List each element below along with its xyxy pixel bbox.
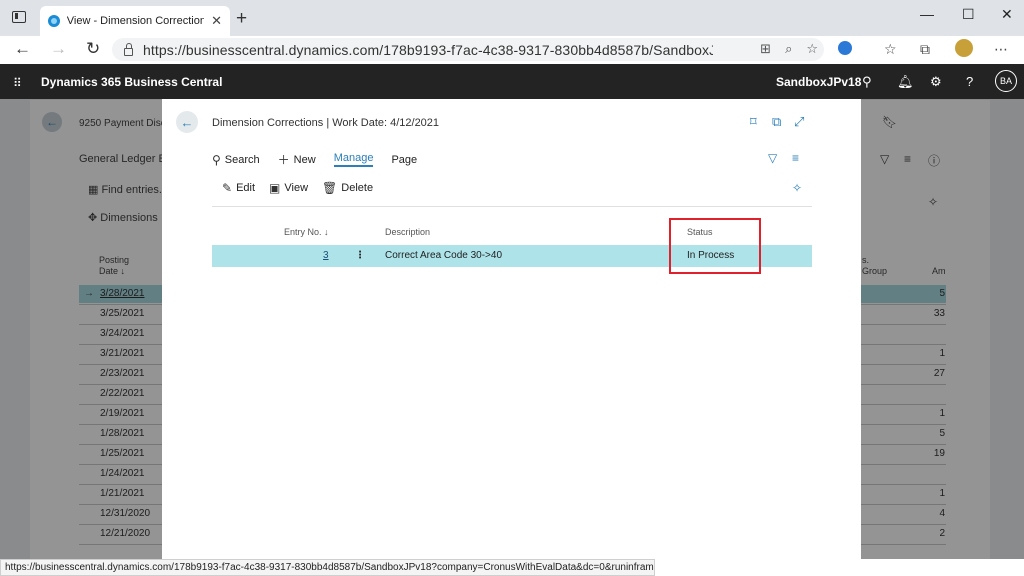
delete-label: Delete xyxy=(341,182,374,194)
notifications-icon[interactable]: 🔔︎ xyxy=(897,74,914,90)
divider xyxy=(212,206,812,207)
browser-tab-bar: View - Dimension Corrections - D ✕ + — ☐… xyxy=(0,0,1024,36)
column-description[interactable]: Description xyxy=(385,227,430,237)
settings-icon[interactable]: ⚙ xyxy=(930,74,942,90)
app-available-icon[interactable]: ⊞ xyxy=(760,41,771,57)
browser-tab[interactable]: View - Dimension Corrections - D ✕ xyxy=(40,6,230,36)
app-title: Dynamics 365 Business Central xyxy=(41,75,223,89)
forward-icon[interactable]: → xyxy=(50,39,67,59)
avatar[interactable]: BA xyxy=(995,70,1017,92)
view-button[interactable]: ▣ View xyxy=(269,181,308,195)
refresh-icon[interactable]: ↻ xyxy=(86,39,100,59)
pin-icon[interactable]: ✧ xyxy=(792,181,802,195)
status-annotation-box xyxy=(669,218,761,274)
action-bar: ⚲ Search ＋ New Manage Page xyxy=(212,151,417,168)
address-bar[interactable]: https://businesscentral.dynamics.com/178… xyxy=(112,38,824,61)
dialog-back-icon[interactable]: ← xyxy=(176,111,198,133)
pencil-icon: ✎ xyxy=(222,181,233,195)
search-icon[interactable]: ⚲ xyxy=(862,74,872,90)
help-icon[interactable]: ? xyxy=(966,74,973,89)
back-icon[interactable]: ← xyxy=(14,39,31,59)
row-menu-icon[interactable]: ⋮ xyxy=(355,250,365,261)
edit-label: Edit xyxy=(236,182,256,194)
dialog-title: Dimension Corrections | Work Date: 4/12/… xyxy=(212,117,440,129)
tab-manage[interactable]: Manage xyxy=(333,152,374,167)
maximize-icon[interactable]: ☐ xyxy=(962,6,975,23)
app-header: ⠿ Dynamics 365 Business Central SandboxJ… xyxy=(0,64,1024,99)
search-label: Search xyxy=(224,153,260,166)
tab-title: View - Dimension Corrections - D xyxy=(66,15,205,27)
lock-icon xyxy=(124,42,133,56)
list-view-icon[interactable]: ≡ xyxy=(792,151,799,165)
url-text: https://businesscentral.dynamics.com/178… xyxy=(143,41,713,58)
company-name[interactable]: SandboxJPv18 xyxy=(776,75,861,89)
collections-icon[interactable]: ⧉ xyxy=(920,41,930,58)
description-cell[interactable]: Correct Area Code 30->40 xyxy=(385,250,502,261)
view-icon: ▣ xyxy=(269,181,281,195)
manage-actions: ✎ Edit ▣ View 🗑︎ Delete xyxy=(222,181,373,195)
search-button[interactable]: ⚲ Search xyxy=(212,153,260,167)
open-new-window-icon[interactable]: ⧉ xyxy=(772,114,781,130)
minimize-icon[interactable]: — xyxy=(920,6,934,22)
trash-icon: 🗑︎ xyxy=(322,181,338,195)
dimension-corrections-dialog: ← Dimension Corrections | Work Date: 4/1… xyxy=(162,99,861,559)
close-window-icon[interactable]: ✕ xyxy=(1001,6,1013,23)
filter-icon[interactable]: ▽ xyxy=(768,151,777,165)
plus-icon: ＋ xyxy=(277,153,290,167)
more-options-icon[interactable]: ⋯ xyxy=(994,41,1008,58)
tab-actions-icon[interactable] xyxy=(12,11,26,23)
browser-toolbar: ← → ↻ https://businesscentral.dynamics.c… xyxy=(0,36,1024,64)
profile-icon[interactable] xyxy=(955,39,973,60)
search-icon: ⚲ xyxy=(212,152,221,167)
new-button[interactable]: ＋ New xyxy=(278,151,316,168)
view-label: View xyxy=(284,182,309,194)
column-entry-no[interactable]: Entry No. ↓ xyxy=(284,227,329,237)
bookmark-icon[interactable]: ⌑ xyxy=(750,114,757,130)
favorite-add-icon[interactable]: ☆ xyxy=(806,41,818,57)
expand-icon[interactable]: ⤢ xyxy=(794,114,804,130)
app-launcher-icon[interactable]: ⠿ xyxy=(13,76,22,90)
close-tab-icon[interactable]: ✕ xyxy=(211,13,222,29)
browser-status-url: https://businesscentral.dynamics.com/178… xyxy=(0,559,655,576)
delete-button[interactable]: 🗑︎ Delete xyxy=(322,181,373,195)
business-central-favicon-icon xyxy=(48,15,60,27)
favorites-icon[interactable]: ☆ xyxy=(884,41,897,58)
new-label: New xyxy=(293,153,316,166)
extension-globe-icon[interactable] xyxy=(838,41,852,58)
zoom-icon[interactable]: ⌕ xyxy=(785,41,792,57)
entry-no-cell[interactable]: 3 xyxy=(323,250,329,261)
edit-button[interactable]: ✎ Edit xyxy=(222,181,255,195)
tab-page[interactable]: Page xyxy=(391,154,417,166)
new-tab-icon[interactable]: + xyxy=(236,8,247,30)
